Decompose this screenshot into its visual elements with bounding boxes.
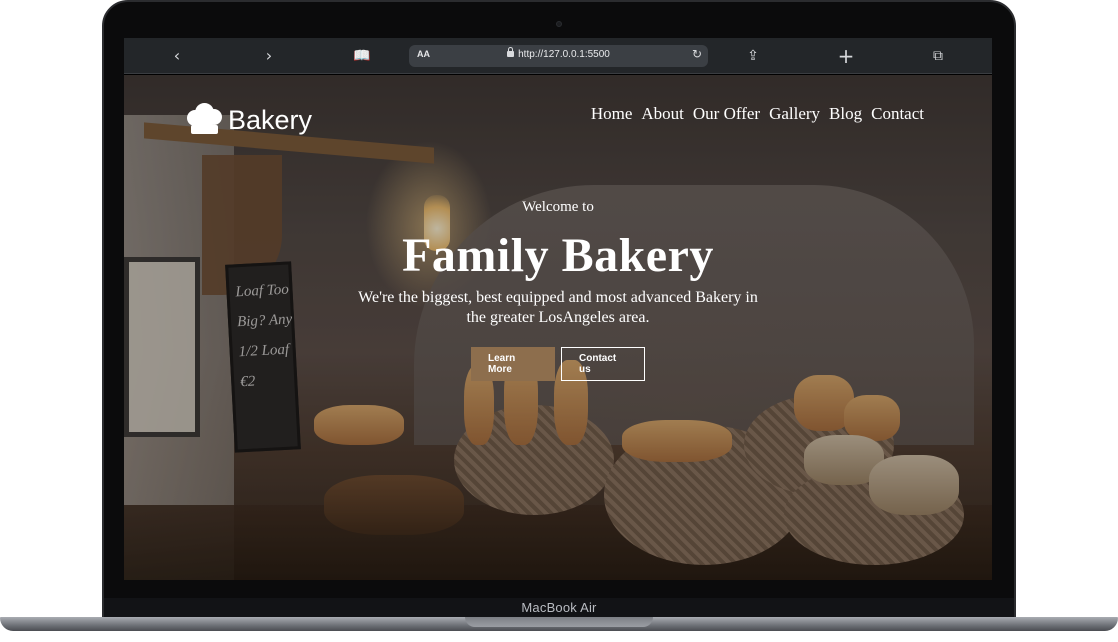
hero-subtitle-line: the greater LosAngeles area.	[466, 309, 650, 326]
book-icon[interactable]: 📖	[352, 46, 372, 66]
hero-buttons: Learn More Contact us	[124, 347, 992, 381]
contact-us-button[interactable]: Contact us	[561, 347, 645, 381]
address-bar[interactable]: AA http://127.0.0.1:5500 ↻	[409, 45, 708, 67]
url-text: http://127.0.0.1:5500	[518, 49, 610, 60]
back-icon[interactable]: ‹	[167, 46, 187, 66]
nav-about[interactable]: About	[641, 104, 684, 124]
nav-gallery[interactable]: Gallery	[769, 104, 820, 124]
browser-toolbar: ‹ › 📖 AA http://127.0.0.1:5500 ↻ ⇪ + ⧉	[124, 38, 992, 74]
url-display[interactable]: http://127.0.0.1:5500	[409, 47, 708, 60]
hero-welcome: Welcome to	[522, 199, 594, 215]
camera	[556, 21, 562, 27]
nav-our-offer[interactable]: Our Offer	[693, 104, 760, 124]
hero-title: Family Bakery	[402, 229, 714, 282]
site-logo[interactable]: Bakery	[184, 103, 312, 137]
tabs-icon[interactable]: ⧉	[928, 46, 948, 66]
nav-contact[interactable]: Contact	[871, 104, 924, 124]
nav-blog[interactable]: Blog	[829, 104, 862, 124]
share-icon[interactable]: ⇪	[743, 46, 763, 66]
hero-subtitle: We're the biggest, best equipped and mos…	[124, 288, 992, 328]
reload-icon[interactable]: ↻	[692, 47, 702, 61]
laptop-notch	[465, 617, 653, 627]
nav-home[interactable]: Home	[591, 104, 633, 124]
webpage: Loaf Too Big? Any 1/2 Loaf €2 Bakery Hom…	[124, 75, 992, 580]
device-label: MacBook Air	[521, 600, 597, 615]
browser-window: ‹ › 📖 AA http://127.0.0.1:5500 ↻ ⇪ + ⧉ L…	[124, 38, 992, 580]
chef-hat-icon	[184, 103, 224, 137]
learn-more-button[interactable]: Learn More	[471, 347, 555, 381]
hero-subtitle-line: We're the biggest, best equipped and mos…	[358, 289, 758, 306]
main-nav: Home About Our Offer Gallery Blog Contac…	[591, 104, 924, 124]
logo-text: Bakery	[228, 104, 313, 135]
forward-icon[interactable]: ›	[259, 46, 279, 66]
new-tab-icon[interactable]: +	[836, 46, 856, 66]
laptop-frame: ‹ › 📖 AA http://127.0.0.1:5500 ↻ ⇪ + ⧉ L…	[0, 0, 1118, 642]
lock-icon	[507, 47, 515, 57]
